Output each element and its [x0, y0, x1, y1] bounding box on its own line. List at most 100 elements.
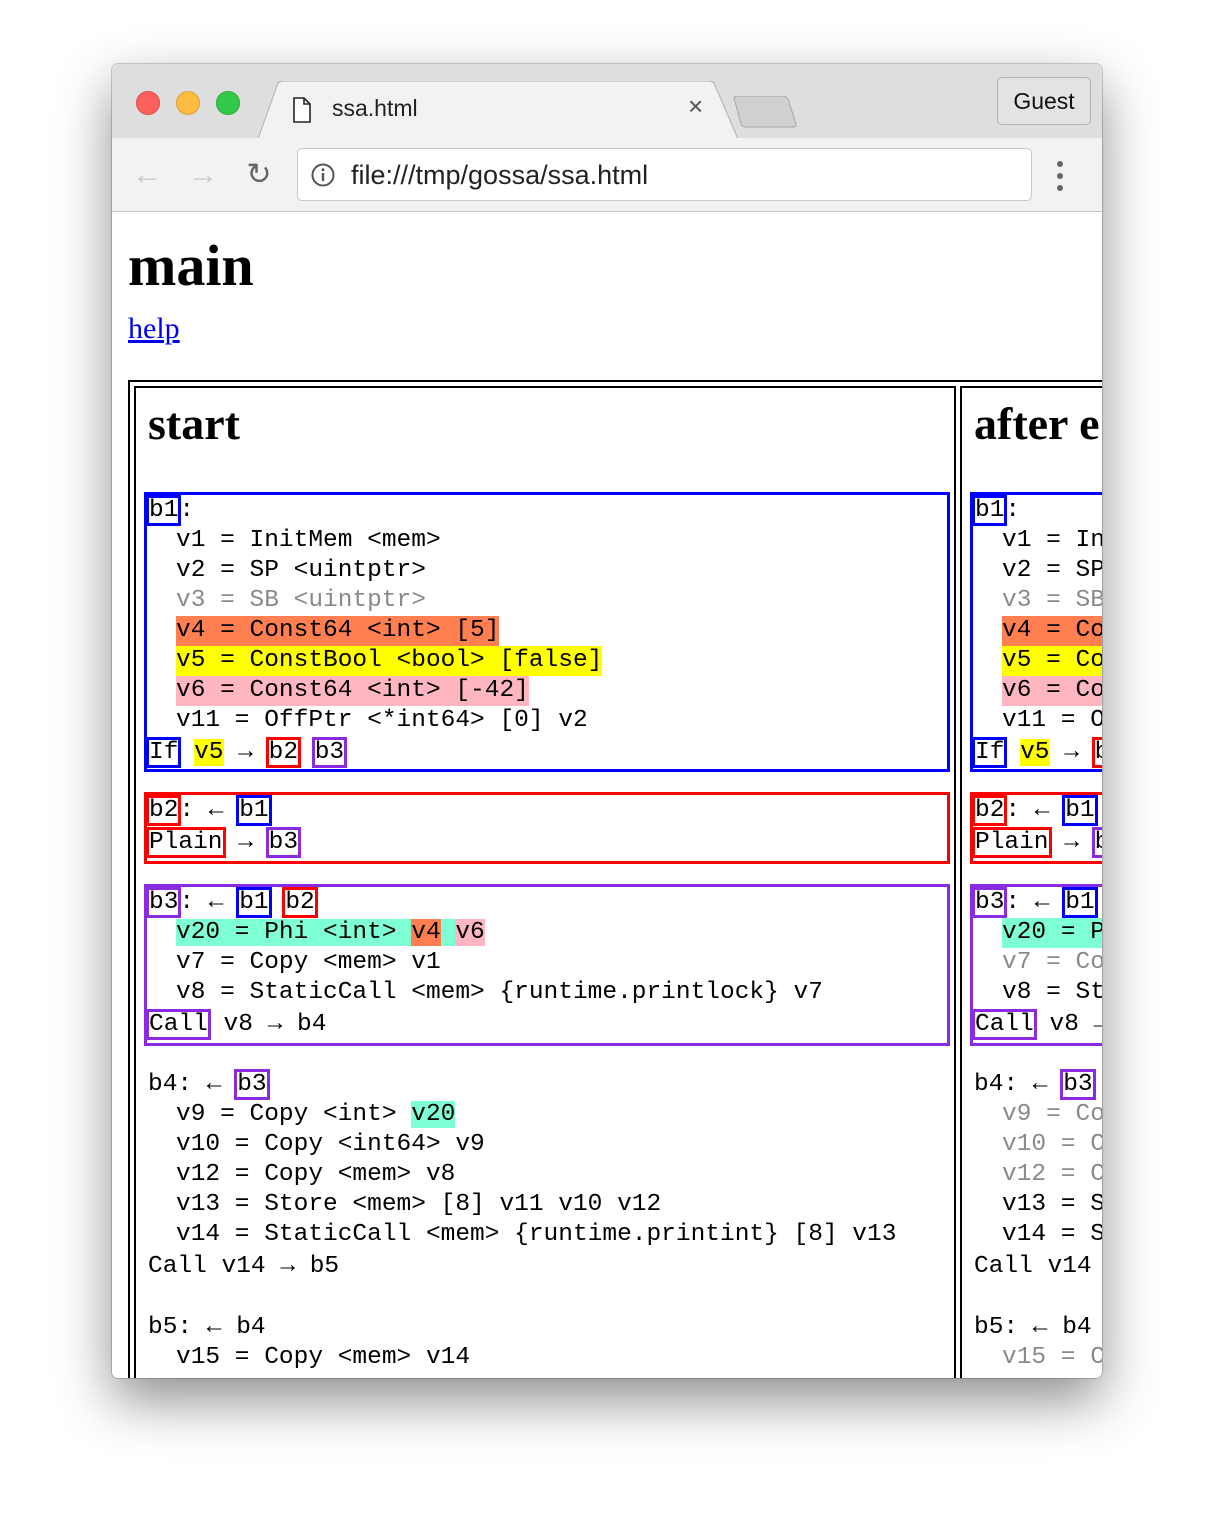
passes-table: start b1: v1 = InitMem <mem> v2 = SP <ui…	[128, 380, 1102, 1378]
predecessor-b2[interactable]: b2	[282, 887, 318, 918]
block-control-b1: If v5 → b2 b3	[145, 737, 348, 768]
value-v11[interactable]: v11 = OffPtr <*int64> [0] v2	[176, 706, 588, 736]
successor-b2[interactable]: b2	[1091, 737, 1102, 768]
arg-v4[interactable]: v4	[411, 919, 441, 946]
block-header-b5: b5: ← b4	[148, 1314, 266, 1341]
control-kind-if[interactable]: If	[971, 737, 1008, 768]
reload-icon[interactable]: ↻	[242, 158, 276, 192]
block-b4[interactable]: b4: ← b3 v9 = Co v10 = C v12 = C v13 = S…	[970, 1066, 1102, 1286]
close-window-button[interactable]	[136, 91, 160, 115]
value-v6[interactable]: v6 = Co	[1002, 676, 1102, 706]
minimize-window-button[interactable]	[176, 91, 200, 115]
block-b2[interactable]: b2: ← b1 Plain → b3	[144, 792, 950, 864]
block-b5[interactable]: b5: ← b4 v15 = C	[970, 1309, 1102, 1378]
value-v13[interactable]: v13 = S	[1002, 1190, 1102, 1220]
arg-v6[interactable]: v6	[455, 919, 485, 946]
block-label-b2[interactable]: b2	[971, 795, 1008, 826]
value-v2[interactable]: v2 = SP	[1002, 556, 1102, 586]
value-v14[interactable]: v14 = StaticCall <mem> {runtime.printint…	[176, 1220, 896, 1250]
page-title: main	[128, 233, 254, 298]
value-v1[interactable]: v1 = In	[1002, 526, 1102, 556]
value-v10[interactable]: v10 = C	[1002, 1130, 1102, 1160]
block-header-suffix: : ←	[1005, 797, 1050, 824]
arg-v20[interactable]: v20	[411, 1101, 456, 1128]
value-v2[interactable]: v2 = SP <uintptr>	[176, 556, 426, 586]
successor-b2[interactable]: b2	[265, 737, 302, 768]
value-v20[interactable]: v20 = Phi <int> v4 v6	[176, 918, 485, 948]
control-kind-plain[interactable]: Plain	[146, 827, 226, 858]
control-arg-v5[interactable]: v5	[1020, 739, 1050, 766]
value-v12[interactable]: v12 = C	[1002, 1160, 1102, 1190]
tab-title: ssa.html	[332, 95, 418, 121]
profile-guest-button[interactable]: Guest	[997, 77, 1091, 125]
block-b1[interactable]: b1: v1 = In v2 = SP v3 = SB v4 = Co v5 =…	[970, 492, 1102, 772]
value-v13[interactable]: v13 = Store <mem> [8] v11 v10 v12	[176, 1190, 661, 1220]
block-b4[interactable]: b4: ← b3 v9 = Copy <int> v20 v10 = Copy …	[144, 1066, 950, 1286]
predecessor-b1[interactable]: b1	[236, 887, 272, 918]
maximize-window-button[interactable]	[216, 91, 240, 115]
block-b3[interactable]: b3: ← b1 v20 = P v7 = Co v8 = St Call v8…	[970, 884, 1102, 1046]
pass-title: after e	[974, 398, 1100, 449]
successor-b3[interactable]: b3	[265, 827, 302, 858]
arrow-right-icon[interactable]: →	[186, 158, 220, 192]
successor-b3[interactable]: b3	[1091, 827, 1102, 858]
control-kind-call[interactable]: Call	[972, 1009, 1037, 1040]
tab-close-icon[interactable]: ×	[688, 91, 703, 122]
control-kind-plain[interactable]: Plain	[972, 827, 1052, 858]
value-v9[interactable]: v9 = Copy <int> v20	[176, 1100, 456, 1130]
browser-tab[interactable]: ssa.html ×	[258, 81, 738, 139]
block-label-b2[interactable]: b2	[145, 795, 182, 826]
block-b1[interactable]: b1: v1 = InitMem <mem> v2 = SP <uintptr>…	[144, 492, 950, 772]
predecessor-b3[interactable]: b3	[1060, 1069, 1096, 1100]
value-v8[interactable]: v8 = StaticCall <mem> {runtime.printlock…	[176, 978, 823, 1008]
value-v11[interactable]: v11 = O	[1002, 706, 1102, 736]
address-bar[interactable]: file:///tmp/gossa/ssa.html	[297, 148, 1032, 201]
value-v4[interactable]: v4 = Const64 <int> [5]	[176, 616, 500, 646]
value-v14[interactable]: v14 = S	[1002, 1220, 1102, 1250]
value-v20[interactable]: v20 = P	[1002, 918, 1102, 948]
help-link[interactable]: help	[128, 312, 180, 346]
value-v4[interactable]: v4 = Co	[1002, 616, 1102, 646]
value-v5[interactable]: v5 = Co	[1002, 646, 1102, 676]
control-rest: v8 →	[1034, 1011, 1103, 1038]
value-v7[interactable]: v7 = Copy <mem> v1	[176, 948, 441, 978]
value-v7[interactable]: v7 = Co	[1002, 948, 1102, 978]
value-v12[interactable]: v12 = Copy <mem> v8	[176, 1160, 455, 1190]
predecessor-b1[interactable]: b1	[1062, 795, 1098, 826]
block-b3[interactable]: b3: ← b1 b2 v20 = Phi <int> v4 v6 v7 = C…	[144, 884, 950, 1046]
new-tab-button[interactable]	[732, 96, 798, 128]
block-b2[interactable]: b2: ← b1 Plain → b3	[970, 792, 1102, 864]
block-label-b1[interactable]: b1	[145, 495, 182, 526]
predecessor-b1[interactable]: b1	[236, 795, 272, 826]
value-v10[interactable]: v10 = Copy <int64> v9	[176, 1130, 485, 1160]
value-v8[interactable]: v8 = St	[1002, 978, 1102, 1008]
predecessor-b1[interactable]: b1	[1062, 887, 1098, 918]
kebab-menu-icon[interactable]	[1054, 160, 1066, 192]
value-v15[interactable]: v15 = C	[1002, 1343, 1102, 1373]
control-kind-call[interactable]: Call	[146, 1009, 211, 1040]
arrow-left-icon[interactable]: ←	[130, 158, 164, 192]
block-b5[interactable]: b5: ← b4 v15 = Copy <mem> v14	[144, 1309, 950, 1378]
info-icon[interactable]	[311, 163, 335, 187]
control-kind-if[interactable]: If	[145, 737, 182, 768]
value-v3[interactable]: v3 = SB	[1002, 586, 1102, 616]
value-v15[interactable]: v15 = Copy <mem> v14	[176, 1343, 470, 1373]
block-label-b4[interactable]: b4	[148, 1071, 177, 1098]
arrow-right-icon: →	[238, 739, 253, 766]
value-v5[interactable]: v5 = ConstBool <bool> [false]	[176, 646, 603, 676]
browser-window: ssa.html × Guest ← → ↻ file:///tmp/gossa…	[112, 64, 1102, 1378]
predecessor-b3[interactable]: b3	[234, 1069, 270, 1100]
control-arg-v5[interactable]: v5	[194, 739, 224, 766]
block-label-b1[interactable]: b1	[971, 495, 1008, 526]
browser-toolbar: ← → ↻ file:///tmp/gossa/ssa.html	[112, 138, 1102, 212]
block-label-b3[interactable]: b3	[971, 887, 1008, 918]
value-v9[interactable]: v9 = Co	[1002, 1100, 1102, 1130]
value-v1[interactable]: v1 = InitMem <mem>	[176, 526, 441, 556]
successor-b3[interactable]: b3	[311, 737, 348, 768]
arrow-right-icon: →	[1064, 829, 1079, 856]
value-v6[interactable]: v6 = Const64 <int> [-42]	[176, 676, 529, 706]
value-v3[interactable]: v3 = SB <uintptr>	[176, 586, 426, 616]
block-header-b4: b4: ←	[974, 1071, 1048, 1098]
block-label-b3[interactable]: b3	[145, 887, 182, 918]
url-text[interactable]: file:///tmp/gossa/ssa.html	[351, 160, 648, 191]
